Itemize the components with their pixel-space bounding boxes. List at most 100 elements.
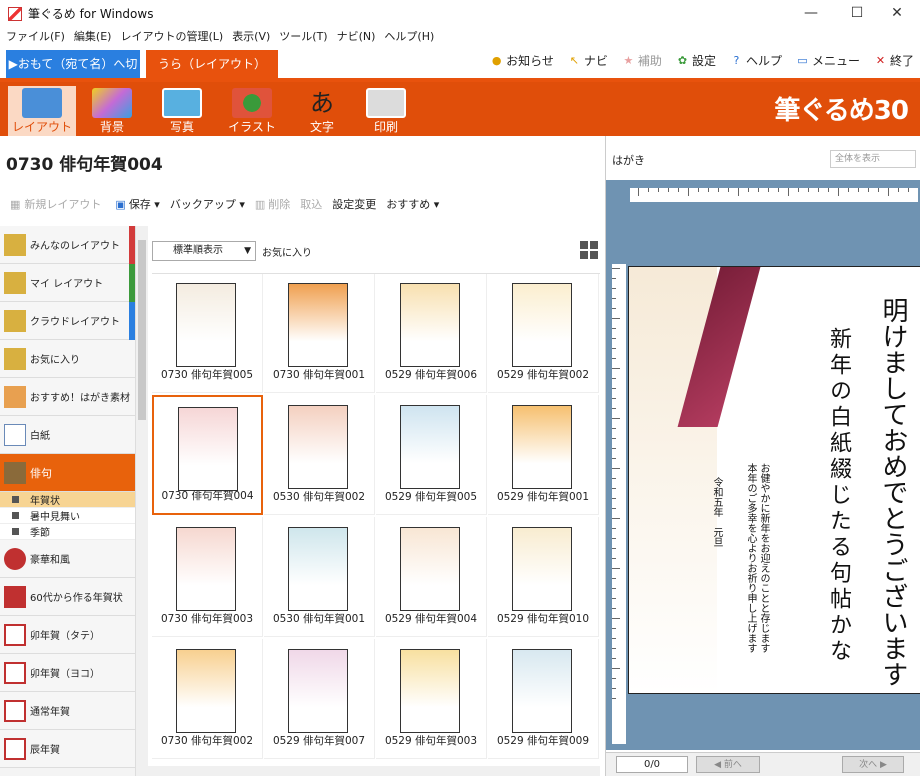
tab-back-layout[interactable]: うら（レイアウト）	[146, 50, 278, 78]
page-number: 0/0	[616, 756, 688, 773]
layout-card[interactable]: 0730 俳句年賀001	[264, 274, 375, 393]
layout-card[interactable]: 0529 俳句年賀005	[376, 395, 487, 515]
layout-card[interactable]: 0730 俳句年賀003	[152, 517, 263, 637]
sidebar-item-normal[interactable]: 通常年賀	[0, 692, 135, 730]
sidebar-item-blank[interactable]: 白紙	[0, 416, 135, 454]
ruler-tick	[612, 358, 616, 359]
ruler-tick	[612, 648, 616, 649]
help-link[interactable]: ? ヘルプ	[730, 52, 782, 69]
layout-card[interactable]: 0529 俳句年賀002	[488, 274, 599, 393]
layout-card[interactable]: 0529 俳句年賀004	[376, 517, 487, 637]
layout-card[interactable]: 0530 俳句年賀002	[264, 395, 375, 515]
sidebar-item-haiku[interactable]: 俳句	[0, 454, 135, 492]
sidebar-item-dragon[interactable]: 辰年賀	[0, 730, 135, 768]
grid-view-icon[interactable]	[580, 241, 598, 259]
ruler-tick	[898, 188, 899, 192]
toolbar-photo-button[interactable]: 写真	[148, 86, 216, 136]
backup-button[interactable]: バックアップ ▾	[170, 196, 245, 212]
preview-status-bar: 0/0 ◀ 前へ 次へ ▶	[606, 752, 920, 776]
ruler-tick	[748, 188, 749, 192]
layout-card[interactable]: 0529 俳句年賀007	[264, 639, 375, 759]
text-icon: あ	[310, 89, 334, 117]
sidebar-subitem-nenga[interactable]: 年賀状	[0, 492, 135, 508]
layout-card[interactable]: 0529 俳句年賀009	[488, 639, 599, 759]
sidebar-item-everyone[interactable]: みんなのレイアウト	[0, 226, 135, 264]
sidebar-subitem-season[interactable]: 季節	[0, 524, 135, 540]
settings-change-button[interactable]: 設定変更	[332, 196, 376, 212]
ruler-tick	[648, 188, 649, 192]
ruler-tick	[612, 528, 616, 529]
layout-card[interactable]: 0529 俳句年賀010	[488, 517, 599, 637]
toolbar-print-button[interactable]: 印刷	[352, 86, 420, 136]
next-button[interactable]: 次へ ▶	[842, 756, 904, 773]
toolbar-layout-button[interactable]: レイアウト	[8, 86, 76, 136]
sidebar-item-my[interactable]: マイ レイアウト	[0, 264, 135, 302]
prev-button[interactable]: ◀ 前へ	[696, 756, 760, 773]
new-layout-label: 新規レイアウト	[24, 198, 102, 211]
toolbar-text-button[interactable]: あ 文字	[288, 86, 356, 136]
toolbar-illustration-button[interactable]: イラスト	[218, 86, 286, 136]
import-button[interactable]: 取込	[300, 196, 322, 212]
grid-scrollbar[interactable]	[136, 766, 600, 776]
ruler-tick	[612, 428, 616, 429]
sidebar-scrollbar[interactable]	[136, 226, 148, 776]
menu-file[interactable]: ファイル(F)	[6, 28, 65, 44]
sidebar-item-favorites[interactable]: お気に入り	[0, 340, 135, 378]
news-link[interactable]: ● お知らせ	[490, 52, 554, 69]
sidebar-label: 通常年賀	[30, 707, 70, 718]
layout-card[interactable]: 0529 俳句年賀001	[488, 395, 599, 515]
save-button[interactable]: ▣ 保存 ▾	[115, 196, 159, 212]
help-label: ヘルプ	[745, 54, 782, 68]
menu-edit[interactable]: 編集(E)	[74, 28, 112, 44]
favorites-filter[interactable]: お気に入り	[262, 244, 312, 259]
ruler-tick	[612, 608, 616, 609]
ruler-tick	[612, 368, 620, 369]
toolbar-background-button[interactable]: 背景	[78, 86, 146, 136]
preview-panel: はがき 全体を表示 明けましておめでとうございます 新年の白紙綴じたる句帖かな …	[605, 136, 920, 776]
sidebar-item-gorgeous[interactable]: 豪華和風	[0, 540, 135, 578]
exit-link[interactable]: ✕ 終了	[874, 52, 914, 69]
menu-tools[interactable]: ツール(T)	[279, 28, 327, 44]
sidebar-item-rabbit-yoko[interactable]: 卯年賀（ヨコ）	[0, 654, 135, 692]
menu-layout[interactable]: レイアウトの管理(L)	[120, 28, 223, 44]
layout-card[interactable]: 0530 俳句年賀001	[264, 517, 375, 637]
scrollbar-thumb[interactable]	[138, 240, 146, 420]
menu-navi[interactable]: ナビ(N)	[337, 28, 376, 44]
view-select[interactable]: 全体を表示	[830, 150, 916, 168]
layout-card-label: 0529 俳句年賀007	[272, 735, 366, 747]
tab-front-address[interactable]: ▶おもて（宛て名）へ切替	[6, 50, 140, 99]
layout-card[interactable]: 0730 俳句年賀004	[152, 395, 263, 515]
layout-card[interactable]: 0730 俳句年賀002	[152, 639, 263, 759]
layout-card[interactable]: 0730 俳句年賀005	[152, 274, 263, 393]
sidebar-item-rabbit-tate[interactable]: 卯年賀（タテ）	[0, 616, 135, 654]
minimize-button[interactable]: —	[788, 0, 834, 27]
close-window-button[interactable]: ✕	[874, 0, 920, 27]
ruler-tick	[612, 308, 616, 309]
category-sidebar: みんなのレイアウト マイ レイアウト クラウドレイアウト お気に入り おすすめ！…	[0, 226, 136, 776]
assist-label: 補助	[637, 54, 662, 68]
menu-help[interactable]: ヘルプ(H)	[384, 28, 434, 44]
navi-link[interactable]: ↖ ナビ	[568, 52, 608, 69]
sidebar-item-sixties[interactable]: 60代から作る年賀状	[0, 578, 135, 616]
delete-button[interactable]: ▥ 削除	[255, 196, 290, 212]
layout-card[interactable]: 0529 俳句年賀006	[376, 274, 487, 393]
menu-link[interactable]: ▭ メニュー	[796, 52, 860, 69]
postcard-preview[interactable]: 明けましておめでとうございます 新年の白紙綴じたる句帖かな お健やかに新年をお迎…	[628, 266, 920, 694]
sort-select[interactable]: 標準順表示 ▼	[152, 241, 256, 261]
pointer-icon: ↖	[569, 54, 580, 67]
recommend-button[interactable]: おすすめ ▾	[386, 196, 439, 212]
ruler-tick	[868, 188, 869, 192]
menu-view[interactable]: 表示(V)	[232, 28, 270, 44]
assist-link[interactable]: ★ 補助	[622, 52, 662, 69]
help-icon: ?	[733, 54, 740, 67]
card-icon	[4, 624, 26, 646]
settings-link[interactable]: ✿ 設定	[676, 52, 716, 69]
ruler-tick	[612, 478, 616, 479]
sidebar-item-recommend[interactable]: おすすめ！はがき素材	[0, 378, 135, 416]
sidebar-subitem-summer[interactable]: 暑中見舞い	[0, 508, 135, 524]
ruler-tick	[612, 578, 616, 579]
layout-card[interactable]: 0529 俳句年賀003	[376, 639, 487, 759]
new-layout-button[interactable]: ▦ 新規レイアウト	[10, 196, 101, 212]
toolbar-print-label: 印刷	[373, 120, 398, 134]
sidebar-item-cloud[interactable]: クラウドレイアウト	[0, 302, 135, 340]
